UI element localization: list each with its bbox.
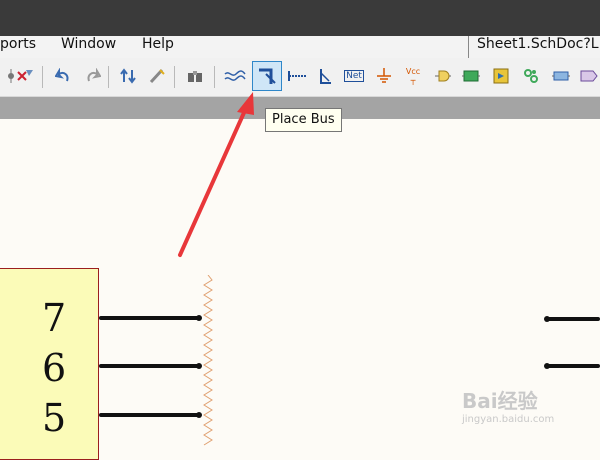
device-sheet-icon[interactable]	[520, 64, 542, 88]
pin-wire-7[interactable]	[99, 316, 199, 320]
redo-icon[interactable]	[82, 64, 104, 88]
document-tab-title[interactable]: Sheet1.SchDoc?L	[468, 36, 599, 58]
sheet-symbol-icon[interactable]	[460, 64, 482, 88]
menu-window[interactable]: Window	[61, 36, 116, 52]
place-part-icon[interactable]	[432, 64, 454, 88]
place-wire-icon[interactable]	[224, 64, 246, 88]
pin-number-7: 7	[42, 296, 67, 340]
pin-wire-6[interactable]	[99, 364, 199, 368]
signal-harness-icon[interactable]	[314, 64, 336, 88]
menu-help[interactable]: Help	[142, 36, 174, 52]
vcc-port-icon[interactable]: Vcc ┬	[402, 64, 424, 88]
menu-reports[interactable]: ports	[0, 36, 36, 52]
pin-number-6: 6	[42, 346, 67, 390]
menu-bar: ports Window Help Sheet1.SchDoc?L	[0, 36, 600, 58]
place-bus-tooltip: Place Bus	[265, 108, 342, 132]
place-bus-icon[interactable]	[252, 61, 282, 91]
cross-probe-icon[interactable]	[118, 64, 140, 88]
right-wire-2-end	[544, 363, 550, 369]
port-icon[interactable]	[550, 64, 572, 88]
clear-filter-icon[interactable]	[14, 64, 36, 88]
wiring-toolbar: Net Vcc ┬	[0, 58, 600, 97]
sheet-entry-icon[interactable]	[490, 64, 512, 88]
sheet-edge-zigzag	[203, 275, 213, 446]
net-label-icon[interactable]: Net	[343, 64, 365, 88]
highlight-icon[interactable]	[146, 64, 168, 88]
right-wire-1-end	[544, 316, 550, 322]
pin-wire-5[interactable]	[99, 413, 199, 417]
binoculars-icon[interactable]	[184, 64, 206, 88]
undo-icon[interactable]	[52, 64, 74, 88]
window-titlebar	[0, 0, 600, 36]
gnd-port-icon[interactable]	[373, 64, 395, 88]
right-wire-2[interactable]	[546, 364, 600, 368]
pin-number-5: 5	[42, 396, 67, 440]
watermark-logo: Bai经验 jingyan.baidu.com	[462, 389, 555, 425]
off-sheet-icon[interactable]	[578, 64, 600, 88]
right-wire-1[interactable]	[546, 317, 600, 321]
bus-entry-icon[interactable]	[286, 64, 308, 88]
